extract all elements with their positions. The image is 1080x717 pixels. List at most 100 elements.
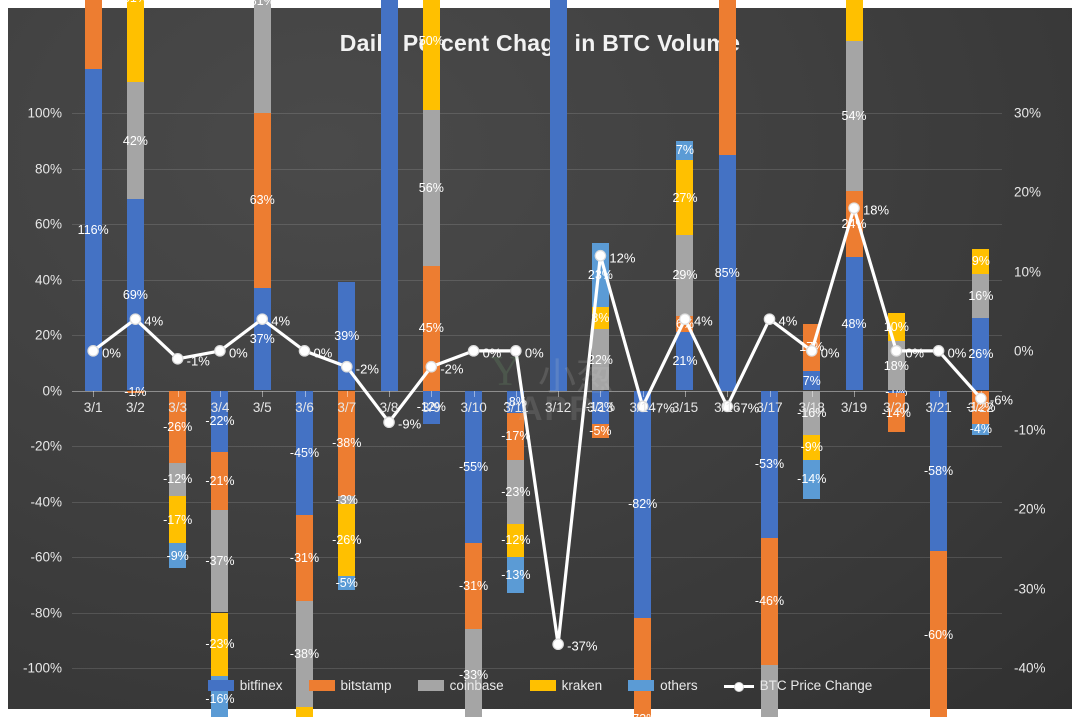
bar-segment[interactable] bbox=[338, 495, 356, 505]
bar-segment[interactable] bbox=[972, 318, 990, 391]
bar-segment[interactable] bbox=[761, 537, 778, 666]
bar-segment[interactable] bbox=[845, 257, 863, 391]
bar-segment[interactable] bbox=[676, 332, 694, 391]
bar-segment[interactable] bbox=[338, 576, 356, 591]
x-tickmark bbox=[558, 390, 560, 397]
bar-segment[interactable] bbox=[676, 160, 694, 236]
bar-segment[interactable] bbox=[211, 451, 229, 510]
chart-screenshot: Daily Percent Chage in BTC Volume 100% 80… bbox=[0, 0, 1080, 717]
bar-segment[interactable] bbox=[803, 459, 821, 499]
legend-item[interactable]: others bbox=[628, 678, 698, 693]
secondary-y-tick-label: -20% bbox=[1014, 501, 1046, 517]
bar-segment[interactable] bbox=[549, 0, 567, 391]
chart-title: Daily Percent Chage in BTC Volume bbox=[339, 30, 741, 56]
bar-segment[interactable] bbox=[422, 0, 440, 111]
bar-segment[interactable] bbox=[338, 504, 356, 577]
bar-segment[interactable] bbox=[591, 243, 609, 308]
bar-segment[interactable] bbox=[591, 307, 609, 330]
bar-segment[interactable] bbox=[718, 154, 736, 391]
bar-segment[interactable] bbox=[507, 523, 525, 557]
bar-segment[interactable] bbox=[972, 248, 990, 274]
secondary-y-tick-label: -30% bbox=[1014, 581, 1046, 597]
legend-color-swatch bbox=[529, 680, 556, 691]
bar-segment[interactable] bbox=[507, 557, 525, 594]
x-tick-label: 3/17 bbox=[756, 399, 783, 415]
primary-y-tick-label: -40% bbox=[30, 494, 62, 509]
bar-segment[interactable] bbox=[887, 312, 905, 341]
x-tickmark bbox=[980, 390, 982, 397]
bar-segment[interactable] bbox=[845, 190, 863, 258]
bar-segment[interactable] bbox=[169, 462, 187, 496]
legend-label: others bbox=[660, 678, 698, 693]
bar-segment[interactable] bbox=[591, 329, 609, 391]
x-tickmark bbox=[135, 390, 137, 397]
plot-area: 116%72%40%64%11%69%-1%42%61%12%-26%-12%-… bbox=[72, 0, 1002, 717]
x-tickmark bbox=[896, 390, 898, 397]
bar-segment[interactable] bbox=[169, 543, 187, 569]
primary-y-tick-label: 80% bbox=[34, 161, 62, 176]
secondary-y-tick-label: 20% bbox=[1014, 184, 1042, 200]
x-tick-label: 3/8 bbox=[379, 399, 399, 415]
bar-segment[interactable] bbox=[211, 612, 229, 677]
x-tickmark bbox=[938, 390, 940, 397]
bar-segment[interactable] bbox=[422, 265, 440, 391]
primary-y-tick-label: -80% bbox=[30, 605, 62, 620]
x-tickmark bbox=[769, 390, 771, 397]
primary-y-tick-label: -20% bbox=[30, 438, 62, 454]
bar-segment[interactable] bbox=[803, 371, 821, 391]
bar-segment[interactable] bbox=[253, 113, 271, 288]
bar-segment[interactable] bbox=[845, 40, 863, 191]
primary-y-axis: 100% 80% 60% 40% 20% 0% -20% -40% -60% -80% -100% bbox=[8, 106, 72, 676]
primary-y-tick-label: -100% bbox=[22, 660, 62, 676]
legend-item[interactable]: bitfinex bbox=[207, 678, 283, 693]
bar-segment[interactable] bbox=[634, 618, 652, 717]
bar-segment[interactable] bbox=[718, 0, 736, 155]
bar-segment[interactable] bbox=[803, 323, 821, 372]
bar-segment[interactable] bbox=[803, 434, 821, 460]
bar-segment[interactable] bbox=[591, 423, 609, 438]
bar-segment[interactable] bbox=[253, 0, 271, 113]
secondary-y-tick-label: 0% bbox=[1014, 343, 1034, 359]
secondary-y-tick-label: -40% bbox=[1014, 660, 1046, 676]
bar-segment[interactable] bbox=[887, 340, 905, 391]
bar-segment[interactable] bbox=[422, 110, 440, 266]
x-tick-label: 3/19 bbox=[840, 399, 868, 415]
bar-segment[interactable] bbox=[169, 495, 187, 544]
legend-color-swatch bbox=[417, 680, 444, 691]
bar-segment[interactable] bbox=[465, 543, 483, 630]
secondary-y-tick-label: 30% bbox=[1014, 105, 1042, 121]
legend-item[interactable]: coinbase bbox=[417, 678, 504, 693]
bar-segment[interactable] bbox=[296, 706, 313, 717]
bar-segment[interactable] bbox=[972, 273, 990, 319]
bar-segment[interactable] bbox=[211, 509, 229, 613]
bar-segment[interactable] bbox=[972, 423, 990, 435]
bar-segment[interactable] bbox=[634, 390, 652, 619]
bar-segment[interactable] bbox=[676, 140, 694, 161]
bar-segment[interactable] bbox=[296, 515, 313, 602]
primary-y-tick-label: 20% bbox=[34, 327, 62, 343]
x-tickmark bbox=[304, 390, 306, 397]
bar-segment[interactable] bbox=[338, 282, 356, 391]
legend-item[interactable]: BTC Price Change bbox=[723, 678, 872, 693]
bar-segment[interactable] bbox=[84, 68, 102, 391]
bar-segment[interactable] bbox=[465, 629, 483, 717]
x-tickmark bbox=[262, 390, 264, 397]
primary-y-tick-label: -60% bbox=[30, 549, 62, 565]
bar-segment[interactable] bbox=[676, 235, 694, 316]
bar-segment[interactable] bbox=[676, 315, 694, 333]
legend-item[interactable]: bitstamp bbox=[308, 678, 392, 693]
bar-segment[interactable] bbox=[126, 82, 144, 200]
bar-segment[interactable] bbox=[126, 199, 144, 391]
primary-y-tick-label: 60% bbox=[34, 216, 62, 232]
bar-segment[interactable] bbox=[845, 0, 863, 41]
bar-segment[interactable] bbox=[380, 0, 398, 391]
bar-segment[interactable] bbox=[507, 459, 525, 524]
legend-label: coinbase bbox=[449, 678, 504, 693]
bar-segment[interactable] bbox=[253, 287, 271, 391]
legend-line-swatch bbox=[723, 680, 754, 692]
x-tickmark bbox=[684, 390, 686, 397]
primary-y-tick-label: 0% bbox=[42, 383, 62, 398]
bar-segment[interactable] bbox=[84, 0, 102, 69]
bar-segment[interactable] bbox=[126, 0, 144, 83]
legend-item[interactable]: kraken bbox=[529, 678, 602, 693]
